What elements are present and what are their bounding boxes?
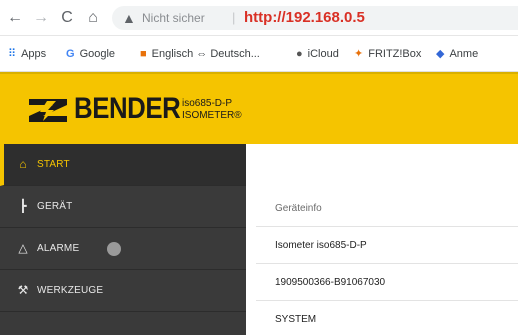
bender-logo-icon[interactable] <box>27 96 69 124</box>
info-row: 1909500366-B91067030 <box>256 264 518 301</box>
device-tree-icon: ┣ <box>19 199 27 213</box>
bookmark-fritzbox[interactable]: ✦ FRITZ!Box <box>354 47 421 61</box>
bookmark-label: Englisch ⇔ Deutsch... <box>151 48 260 60</box>
warning-triangle-icon[interactable]: ▲ <box>122 9 136 27</box>
sidebar-item-geraet[interactable]: ┣ GERÄT <box>0 186 246 228</box>
bookmark-label: iCloud <box>307 48 339 60</box>
home-icon[interactable]: ⌂ <box>84 9 102 27</box>
bookmark-apps[interactable]: ⠿ Apps <box>8 47 46 61</box>
fritzbox-icon: ✦ <box>354 48 364 60</box>
sidebar-item-start[interactable]: ⌂ START <box>0 144 246 186</box>
bookmark-dictionary[interactable]: ■ Englisch ⇔ Deutsch... <box>140 47 260 61</box>
info-row: Isometer iso685-D-P <box>256 227 518 264</box>
section-title: Geräteinfo <box>275 203 322 214</box>
bookmark-label: Anme <box>449 48 479 60</box>
bookmark-anme[interactable]: ◆ Anme <box>436 47 478 61</box>
apps-grid-icon: ⠿ <box>8 48 17 60</box>
product-line: ISOMETER® <box>182 110 242 121</box>
sidebar-item-werkzeuge[interactable]: ⚒ WERKZEUGE <box>0 270 246 312</box>
home-icon: ⌂ <box>19 157 27 171</box>
serial-number: 1909500366-B91067030 <box>275 277 386 288</box>
address-bar[interactable]: ▲ Nicht sicher | http://192.168.0.5 <box>112 6 518 30</box>
brand-name: BENDER <box>74 92 181 125</box>
url-separator: | <box>232 10 236 25</box>
device-name: Isometer iso685-D-P <box>275 240 367 251</box>
bookmark-icloud[interactable]: ● iCloud <box>296 47 339 61</box>
sidebar: ⌂ START ┣ GERÄT △ ALARME ⚒ WERKZEUGE <box>0 144 246 335</box>
sidebar-item-label: ALARME <box>37 243 80 254</box>
sidebar-item-label: WERKZEUGE <box>37 285 104 296</box>
product-model: iso685-D-P <box>182 98 233 109</box>
sidebar-item-label: GERÄT <box>37 201 73 212</box>
browser-toolbar: ← → C ⌂ ▲ Nicht sicher | http://192.168.… <box>0 0 518 36</box>
info-row: SYSTEM <box>256 301 518 335</box>
system-label: SYSTEM <box>275 314 317 325</box>
bookmark-label: Google <box>79 48 116 60</box>
product-name: iso685-D-P ISOMETER® <box>182 98 242 122</box>
info-row-header: Geräteinfo <box>256 190 518 227</box>
wrench-icon: ⚒ <box>17 283 29 297</box>
security-label[interactable]: Nicht sicher <box>142 11 205 25</box>
back-arrow-icon[interactable]: ← <box>6 9 24 27</box>
bookmark-label: FRITZ!Box <box>368 48 422 60</box>
bookmark-label: Apps <box>21 48 47 60</box>
url-text[interactable]: http://192.168.0.5 <box>244 8 365 28</box>
dictionary-icon: ■ <box>140 48 147 60</box>
apple-icon: ● <box>296 48 303 60</box>
alarm-count-badge <box>107 242 121 256</box>
bookmarks-bar: ⠿ Apps G Google ■ Englisch ⇔ Deutsch... ● iC… <box>0 36 518 72</box>
sidebar-item-label: START <box>37 159 70 170</box>
forward-arrow-icon[interactable]: → <box>32 9 50 27</box>
bookmark-icon: ◆ <box>436 48 445 60</box>
bookmark-google[interactable]: G Google <box>66 47 115 61</box>
reload-icon[interactable]: C <box>58 9 76 27</box>
app-header: BENDER iso685-D-P ISOMETER® <box>0 72 518 144</box>
google-icon: G <box>66 48 75 60</box>
warning-triangle-icon: △ <box>18 241 28 255</box>
main-content: Geräteinfo Isometer iso685-D-P 190950036… <box>246 144 518 335</box>
sidebar-item-alarme[interactable]: △ ALARME <box>0 228 246 270</box>
